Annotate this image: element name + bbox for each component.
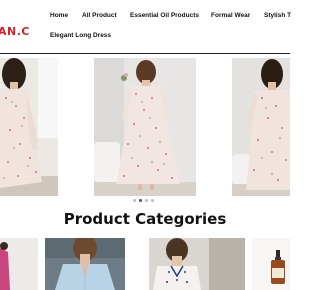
slide-image-3[interactable] xyxy=(232,58,290,196)
brand-logo[interactable]: AN.C xyxy=(0,25,30,38)
nav-item-stylish-t[interactable]: Stylish T xyxy=(264,12,291,19)
section-title-product-categories: Product Categories xyxy=(63,210,227,228)
slide-image-1[interactable] xyxy=(0,58,58,196)
slider-dot-2[interactable] xyxy=(139,199,142,202)
nav-item-elegant-long-dress[interactable]: Elegant Long Dress xyxy=(50,32,111,39)
slider-dot-3[interactable] xyxy=(145,199,148,202)
nav-divider xyxy=(0,53,290,54)
nav-item-formal-wear[interactable]: Formal Wear xyxy=(211,12,250,19)
nav-item-all-product[interactable]: All Product xyxy=(82,12,117,19)
nav-item-home[interactable]: Home xyxy=(50,12,68,19)
category-card-3[interactable] xyxy=(149,238,245,290)
hero-slider[interactable] xyxy=(0,56,290,196)
category-card-1[interactable] xyxy=(0,238,38,290)
slide-image-2[interactable] xyxy=(94,58,196,196)
nav-item-essential-oil-products[interactable]: Essential Oil Products xyxy=(130,12,199,19)
category-card-2[interactable] xyxy=(45,238,125,290)
slider-dot-1[interactable] xyxy=(133,199,136,202)
slider-pagination xyxy=(133,199,154,202)
category-card-4[interactable] xyxy=(252,238,290,290)
slider-dot-4[interactable] xyxy=(151,199,154,202)
